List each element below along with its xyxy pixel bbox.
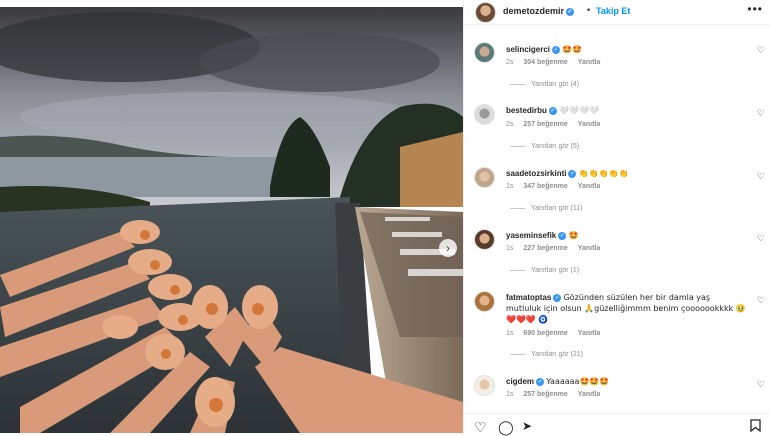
comments-panel: demetozdemir ✓ • Takip Et ••• selincigerc…: [463, 0, 770, 436]
avatar[interactable]: [474, 167, 495, 188]
comment-time: 1s: [506, 330, 514, 337]
heart-outline-icon[interactable]: ♡: [757, 379, 765, 390]
comment-time: 2s: [506, 59, 514, 66]
heart-outline-icon[interactable]: ♡: [757, 233, 765, 244]
reply-button[interactable]: Yanıtla: [578, 391, 601, 398]
verified-icon: ✓: [536, 377, 545, 386]
comment-time: 1s: [506, 245, 514, 252]
view-replies-button[interactable]: Yanıtları gör (21): [510, 351, 583, 358]
comment-text: 👏👏👏👏👏: [578, 169, 629, 178]
comment-text: 🤩🤩: [562, 45, 583, 54]
divider: [464, 413, 770, 414]
verified-icon: ✓: [558, 231, 567, 240]
heart-outline-icon[interactable]: ♡: [757, 295, 765, 306]
follow-button[interactable]: Takip Et: [596, 6, 630, 16]
comment-username[interactable]: cigdem: [506, 377, 534, 386]
comment-username[interactable]: selincigerci: [506, 45, 550, 54]
divider: [464, 24, 770, 25]
chevron-right-icon: ›: [446, 241, 450, 255]
comment-time: 1s: [506, 183, 514, 190]
comment-username[interactable]: yaseminsefik: [506, 231, 556, 240]
view-replies-button[interactable]: Yanıtları gör (11): [510, 205, 583, 212]
post-author[interactable]: demetozdemir ✓: [503, 6, 575, 16]
view-replies-button[interactable]: Yanıtları gör (5): [510, 143, 579, 150]
view-replies-label: Yanıtları gör (21): [531, 351, 584, 358]
reply-button[interactable]: Yanıtla: [578, 121, 601, 128]
reply-button[interactable]: Yanıtla: [578, 59, 601, 66]
comment-likes[interactable]: 304 beğenme: [523, 59, 567, 66]
header-separator: •: [587, 5, 591, 15]
comment-likes[interactable]: 257 beğenme: [523, 391, 567, 398]
verified-icon: ✓: [552, 45, 561, 54]
comment-username[interactable]: saadetozsirkinti: [506, 169, 566, 178]
verified-icon: ✓: [566, 7, 575, 16]
post-header: demetozdemir ✓ • Takip Et •••: [464, 0, 770, 24]
comment-time: 2s: [506, 121, 514, 128]
avatar[interactable]: [475, 2, 496, 23]
avatar[interactable]: [474, 104, 495, 125]
comment-text: 🤩: [568, 231, 579, 240]
comment-time: 1s: [506, 391, 514, 398]
comment-likes[interactable]: 257 beğenme: [523, 121, 567, 128]
verified-icon: ✓: [553, 293, 562, 302]
heart-outline-icon[interactable]: ♡: [757, 171, 765, 182]
post-photo[interactable]: [0, 7, 463, 433]
post-author-username[interactable]: demetozdemir: [503, 6, 564, 16]
comment-text: 🤍🤍🤍🤍: [559, 106, 599, 115]
post-media: ›: [0, 0, 463, 433]
verified-icon: ✓: [568, 169, 577, 178]
comment-text: Yaaaaaa🤩🤩🤩: [546, 377, 610, 386]
heart-outline-icon[interactable]: ♡: [757, 45, 765, 56]
more-horizontal-icon[interactable]: •••: [747, 2, 763, 16]
next-photo-button[interactable]: ›: [439, 239, 457, 257]
view-replies-label: Yanıtları gör (4): [531, 81, 580, 88]
comment-likes[interactable]: 690 beğenme: [523, 330, 567, 337]
comment-username[interactable]: bestedirbu: [506, 106, 547, 115]
reply-button[interactable]: Yanıtla: [578, 330, 601, 337]
view-replies-label: Yanıtları gör (11): [531, 205, 583, 212]
reply-button[interactable]: Yanıtla: [578, 245, 601, 252]
avatar[interactable]: [474, 42, 495, 63]
view-replies-button[interactable]: Yanıtları gör (4): [510, 81, 579, 88]
view-replies-label: Yanıtları gör (5): [531, 143, 580, 150]
avatar[interactable]: [474, 229, 495, 250]
comment-likes[interactable]: 347 beğenme: [523, 183, 567, 190]
verified-icon: ✓: [548, 106, 557, 115]
avatar[interactable]: [474, 375, 495, 396]
comment-username[interactable]: fatmatoptas: [506, 293, 551, 302]
heart-outline-icon[interactable]: ♡: [757, 108, 765, 119]
avatar[interactable]: [474, 291, 495, 312]
reply-button[interactable]: Yanıtla: [578, 183, 601, 190]
view-replies-button[interactable]: Yanıtları gör (1): [510, 267, 579, 274]
heart-outline-icon[interactable]: ♡: [474, 419, 487, 436]
view-replies-label: Yanıtları gör (1): [531, 267, 580, 274]
comment-icon[interactable]: ◯: [498, 419, 514, 436]
send-icon[interactable]: ➤: [522, 419, 532, 433]
comment-likes[interactable]: 227 beğenme: [523, 245, 567, 252]
